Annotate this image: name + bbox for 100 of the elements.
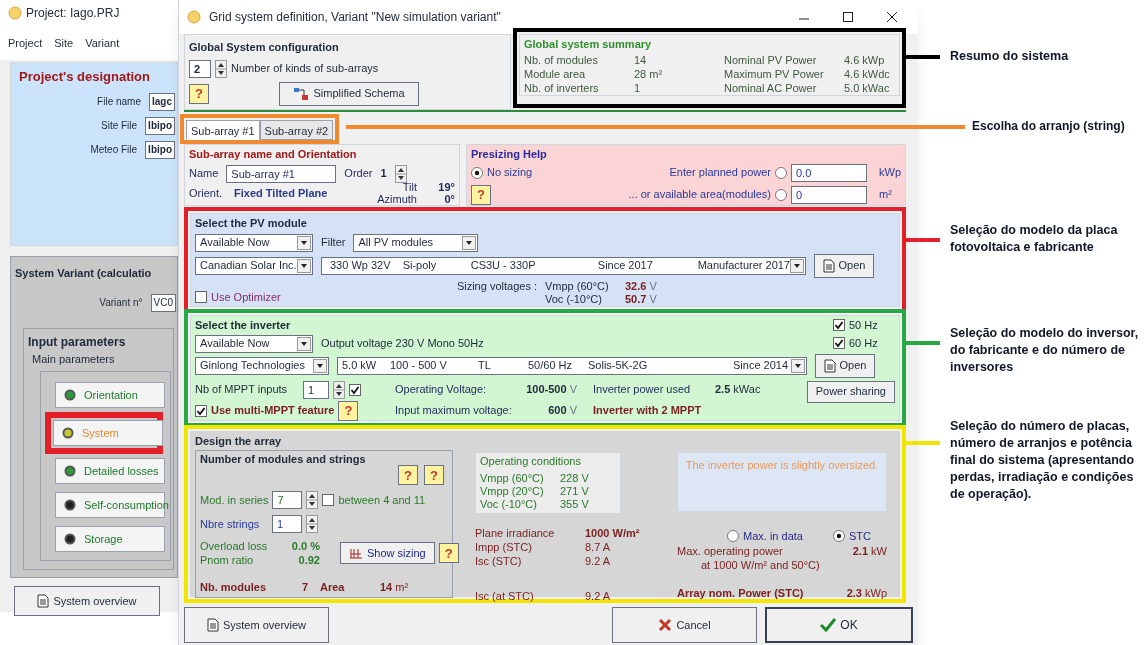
checkbox[interactable] [195,404,207,417]
dropdown[interactable]: Available Now [195,334,313,353]
dropdown[interactable]: Canadian Solar Inc. [195,256,313,275]
reading: 100-500 V [526,382,578,398]
input-field[interactable]: 1 [303,380,329,399]
spinner-icon[interactable] [394,164,407,183]
dropdown[interactable]: Ginlong Technologies [195,356,329,375]
button[interactable]: OK [765,607,913,643]
radio-button[interactable] [775,166,787,179]
status-light-icon [64,533,76,545]
label: between 4 and 11 [338,492,426,508]
button[interactable]: Power sharing [806,380,895,403]
label: Vmpp (60°C) [545,279,610,293]
radio-button[interactable] [727,529,739,542]
section-title: Number of modules and strings [200,451,367,467]
label: Plane irradiance [475,525,556,540]
callout-text: Resumo do sistema [950,48,1070,65]
checkbox[interactable] [349,383,361,396]
dropdown[interactable]: 330 Wp 32V Si-poly CS3U - 330P Since 2017 Manufacturer 2017 [321,256,806,275]
help-button[interactable]: ? [424,465,444,485]
document-icon [823,358,836,373]
label: No sizing [487,165,533,181]
label: Isc (at STC) [475,588,535,604]
summary-value: 5.0 kWac [844,80,891,95]
summary-value: 4.6 kWdc [844,66,891,81]
button[interactable]: System overview [184,607,329,643]
input-field[interactable]: 1 [272,515,302,533]
checkbox[interactable] [833,319,845,332]
button[interactable]: Show sizing [340,542,435,564]
label: Area [320,580,346,595]
checkbox[interactable] [833,336,845,349]
help-button[interactable]: ? [338,400,359,421]
tab[interactable]: Sub-array #1 [186,120,260,140]
input-field[interactable]: 0.0 [791,163,867,182]
reading: 600 V [548,403,578,419]
spinner-icon[interactable] [306,491,319,509]
section-title: Select the inverter [195,318,292,333]
value: 19° [437,180,455,193]
input-field[interactable]: 7 [272,491,303,509]
reading: 2.5 kWac [715,382,762,398]
help-button[interactable]: ? [398,465,418,485]
caret-icon[interactable] [297,235,311,250]
spinner-icon[interactable] [333,380,345,399]
spinner-icon[interactable] [215,59,227,78]
label: Mod. in series [200,492,269,508]
summary-label: Maximum PV Power [724,66,825,81]
checkbox[interactable] [322,494,335,506]
section-title: Operating conditions [480,454,582,468]
button[interactable]: Open [815,353,875,378]
checkbox[interactable] [195,291,207,304]
button[interactable]: Open [814,253,874,278]
caret-icon[interactable] [791,358,805,373]
radio-button[interactable] [775,188,787,201]
summary-label: Nominal PV Power [724,52,818,67]
caret-icon[interactable] [790,258,804,273]
parameter-button[interactable]: Storage [55,526,165,552]
help-button[interactable]: ? [189,83,209,104]
input-field[interactable]: Sub-array #1 [226,164,337,183]
dropdown[interactable]: All PV modules [353,233,479,252]
summary-value: 28 m² [634,66,664,81]
section-title: Design the array [195,434,283,449]
input-field[interactable]: VC0 [150,293,176,312]
caret-icon[interactable] [297,258,311,273]
dropdown[interactable]: Available Now [195,233,313,252]
label: Orient. [189,186,222,199]
status-text: Inverter with 2 MPPT [592,403,703,419]
dropdown[interactable]: 5.0 kW 100 - 500 V TL 50/60 Hz Solis-5K-2G Since 2014 [337,356,807,375]
value: 9.2 A [585,588,612,604]
input-field[interactable]: 2 [189,59,211,78]
reading: 50.7 V [625,292,658,306]
menu-item[interactable]: Variant [85,34,120,52]
input-field[interactable]: Iagc [149,92,175,111]
input-field[interactable]: Ibipo [145,140,175,159]
label: Use Optimizer [211,290,281,305]
caret-icon[interactable] [313,358,327,373]
tab[interactable]: Sub-array #2 [259,120,334,140]
menu-item[interactable]: Project [8,34,43,52]
label: Nb of MPPT inputs [195,382,289,398]
unit-label: m² [878,187,893,203]
parameter-button[interactable]: Detailed losses [55,458,165,484]
input-field[interactable]: 0 [791,185,867,204]
button[interactable]: Cancel [612,607,757,643]
label: Max. in data [743,528,803,544]
radio-button[interactable] [471,166,483,179]
spinner-icon[interactable] [306,515,318,533]
caret-icon[interactable] [462,235,477,250]
help-button[interactable]: ? [438,543,459,563]
label: Nbre strings [200,516,261,532]
label: at 1000 W/m² and 50°C) [700,558,821,572]
label: Output voltage 230 V Mono 50Hz [321,336,484,352]
help-button[interactable]: ? [471,184,491,205]
button[interactable]: System overview [14,586,160,616]
caret-icon[interactable] [297,336,311,351]
input-field[interactable]: Ibipo [145,116,175,135]
summary-label: Nominal AC Power [724,80,818,95]
button[interactable]: Simplified Schema [279,81,419,106]
menu-item[interactable]: Site [54,34,74,52]
parameter-button[interactable]: Orientation [55,382,165,408]
radio-button[interactable] [832,529,845,542]
value: 1000 W/m² [585,525,641,540]
